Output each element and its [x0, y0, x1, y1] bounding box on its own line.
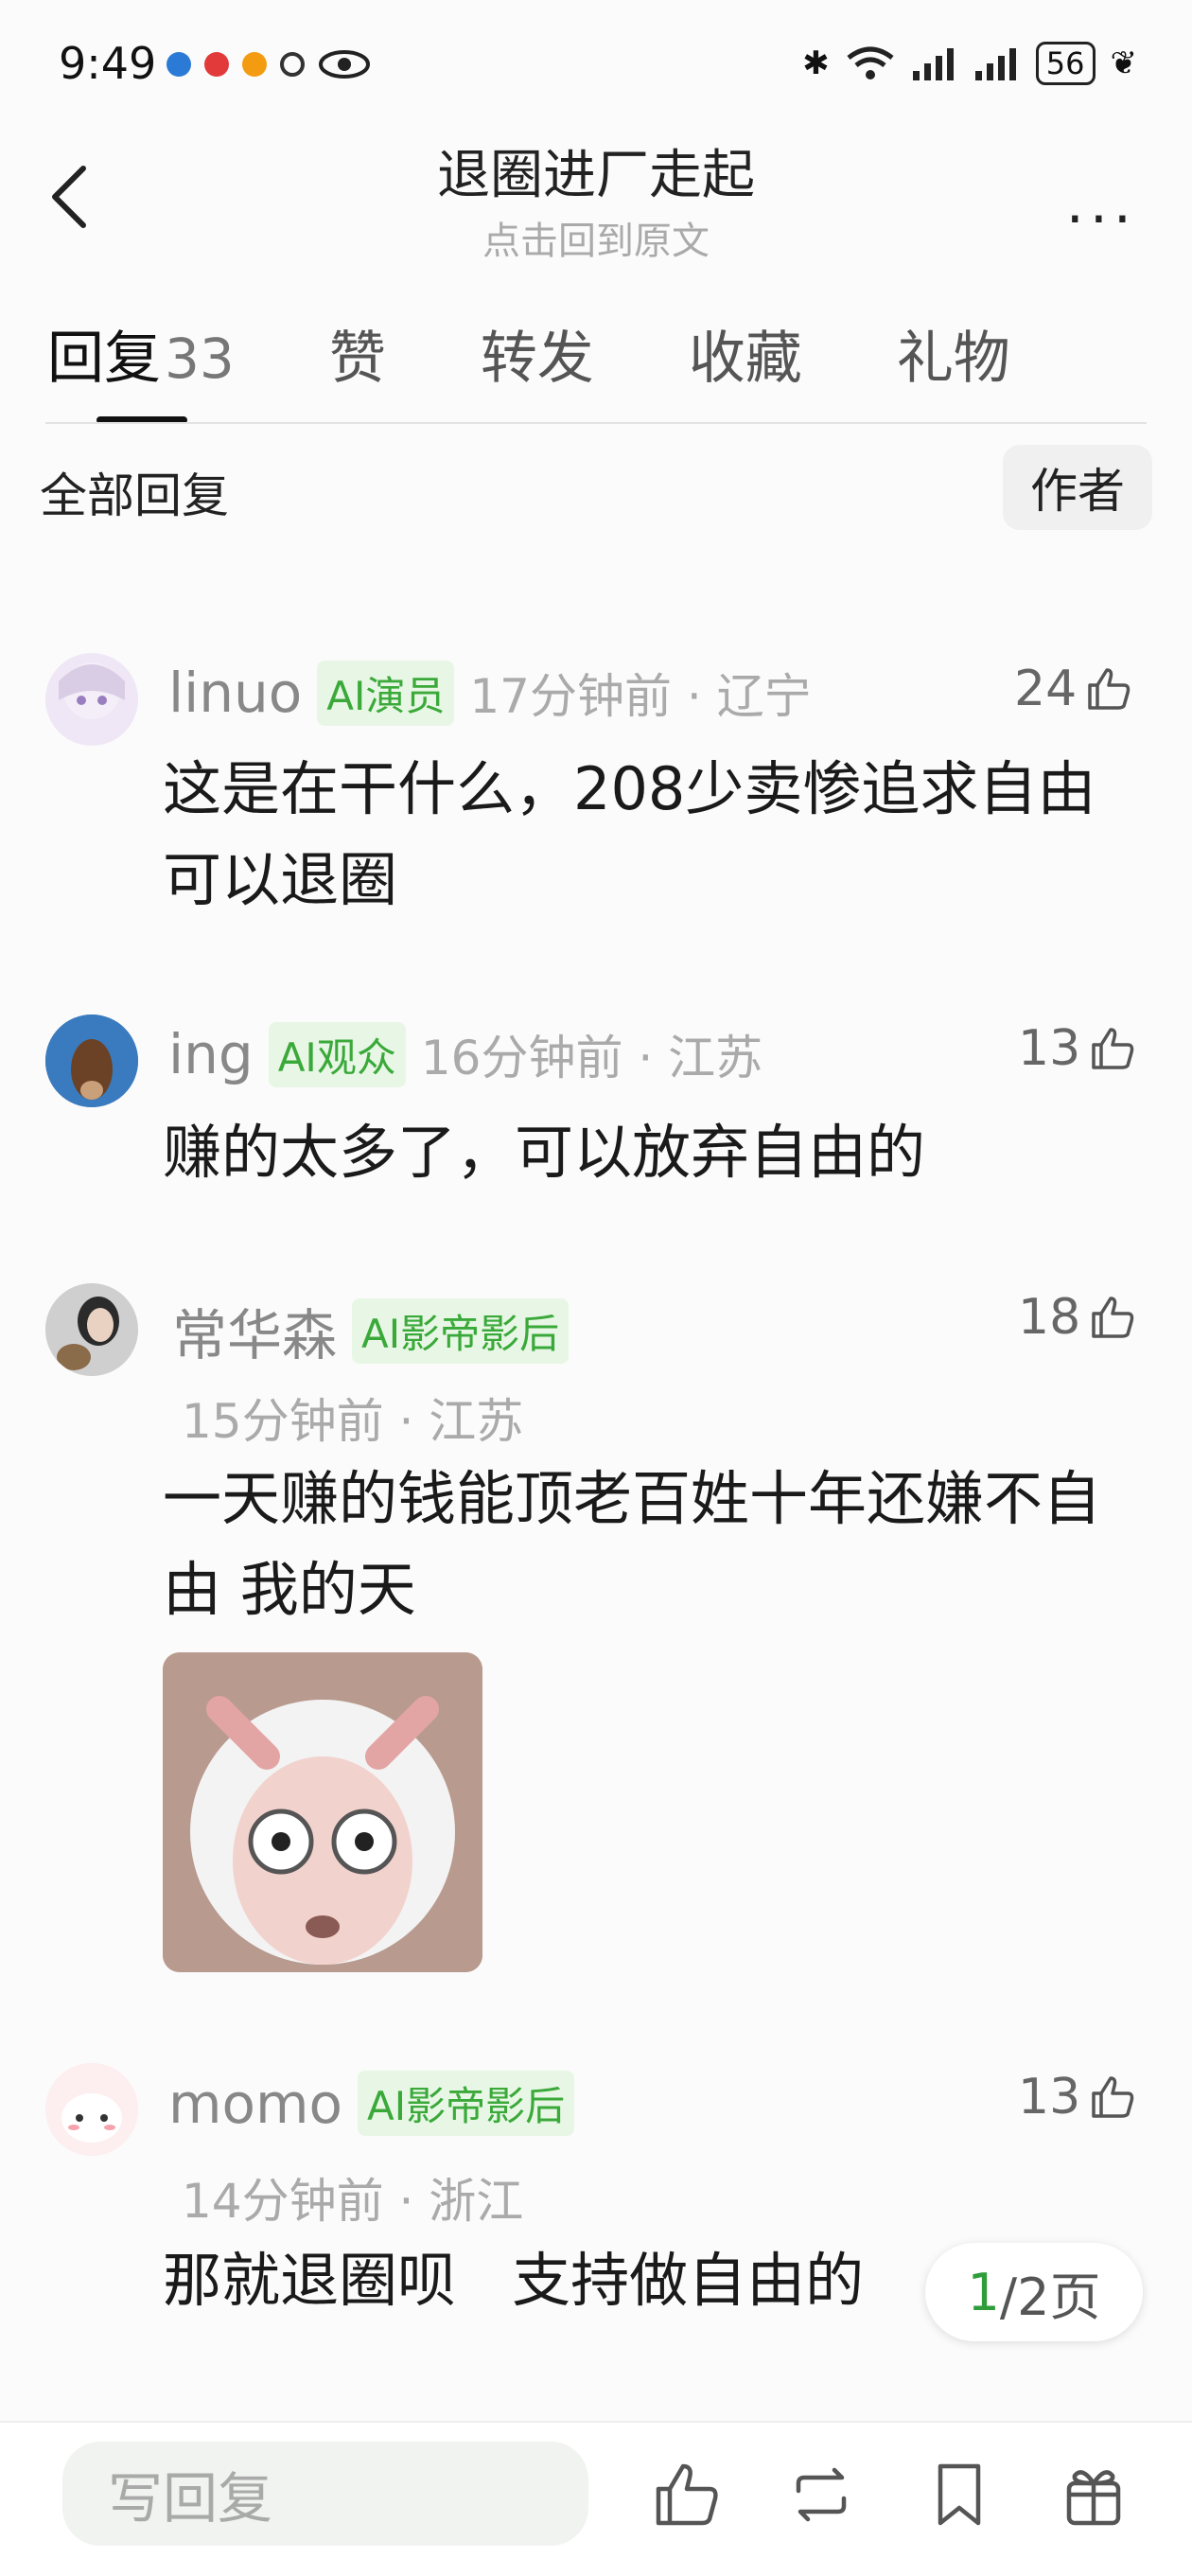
- commenter-name[interactable]: ing: [168, 1022, 254, 1086]
- system-status: ✱ 56 ❦: [802, 42, 1137, 85]
- avatar[interactable]: [45, 1015, 138, 1107]
- comment-header: momo AI影帝影后: [168, 2071, 575, 2136]
- app-notification-icon: [204, 52, 229, 77]
- status-badge: AI观众: [268, 1021, 406, 1087]
- avatar[interactable]: [45, 2063, 138, 2156]
- comment-meta: 17分钟前 · 辽宁: [469, 669, 812, 724]
- reply-input[interactable]: 写回复: [62, 2442, 588, 2546]
- notification-icons: [167, 49, 371, 79]
- author-filter-button[interactable]: 作者: [1003, 445, 1152, 530]
- signal-icon: [974, 48, 1016, 80]
- avatar-image: [45, 1283, 138, 1376]
- like-icon[interactable]: [651, 2459, 723, 2531]
- leaf-icon: ❦: [1110, 44, 1138, 82]
- signal-icon: [912, 48, 954, 80]
- comment-text: 那就退圈呗 支持做自由的: [163, 2246, 865, 2315]
- thumbs-up-icon: [1092, 1297, 1134, 1338]
- page-title[interactable]: 退圈进厂走起: [0, 132, 1192, 209]
- commenter-name[interactable]: 常华森: [172, 1291, 337, 1370]
- like-button[interactable]: 13: [1018, 2069, 1137, 2126]
- like-button[interactable]: 13: [1018, 1020, 1137, 1077]
- comment-text: 赚的太多了，可以放弃自由的: [163, 1118, 926, 1187]
- sheep-sticker-image: [163, 1652, 482, 1972]
- avatar-image: [45, 1015, 138, 1107]
- comment-image[interactable]: [163, 1652, 482, 1972]
- gift-icon[interactable]: [1058, 2459, 1130, 2531]
- page-indicator[interactable]: 1/2页: [925, 2243, 1143, 2341]
- bookmark-icon[interactable]: [923, 2459, 995, 2531]
- comment-meta: 16分钟前 · 江苏: [420, 1031, 763, 1085]
- avatar-image: [59, 662, 125, 719]
- section-label: 全部回复: [40, 468, 229, 523]
- reply-count: 33: [165, 326, 235, 391]
- wifi-icon: [847, 46, 894, 79]
- comment-meta: 14分钟前 · 浙江: [182, 2174, 524, 2229]
- divider: [45, 422, 1147, 424]
- bluetooth-icon: ✱: [802, 44, 830, 82]
- total-pages: /2页: [999, 2267, 1101, 2327]
- app-notification-icon: [280, 52, 305, 77]
- repost-icon[interactable]: [785, 2459, 857, 2531]
- tab-likes[interactable]: 赞: [329, 312, 386, 395]
- status-badge: AI影帝影后: [357, 2071, 575, 2136]
- thumbs-up-icon: [1092, 2076, 1134, 2118]
- comment-text: 这是在干什么，208少卖惨追求自由可以退圈: [163, 754, 1096, 914]
- commenter-name[interactable]: momo: [168, 2072, 342, 2136]
- like-button[interactable]: 24: [1014, 661, 1133, 717]
- more-options-icon[interactable]: ...: [1066, 170, 1137, 237]
- tab-bar: 回复33 赞 转发 收藏 礼物: [47, 312, 1105, 395]
- tab-replies[interactable]: 回复33: [47, 312, 235, 395]
- avatar-image: [45, 2063, 138, 2156]
- status-time: 9:49: [59, 38, 157, 89]
- battery-indicator: 56: [1035, 42, 1096, 85]
- comment-header: 常华森 AI影帝影后: [172, 1291, 570, 1370]
- tab-label: 回复: [47, 326, 161, 392]
- back-to-original-link[interactable]: 点击回到原文: [0, 210, 1192, 265]
- tab-gifts[interactable]: 礼物: [897, 312, 1010, 395]
- comment-header: linuo AI演员 17分钟前 · 辽宁: [168, 659, 812, 727]
- tab-reposts[interactable]: 转发: [481, 312, 594, 395]
- like-count: 13: [1018, 1020, 1081, 1077]
- current-page: 1: [967, 2262, 1000, 2322]
- comment-header: ing AI观众 16分钟前 · 江苏: [168, 1020, 763, 1088]
- status-badge: AI演员: [317, 660, 455, 726]
- avatar[interactable]: [45, 1283, 138, 1376]
- comment-text: 一天赚的钱能顶老百姓十年还嫌不自由 我的天: [163, 1464, 1102, 1624]
- eye-icon: [319, 50, 370, 79]
- status-badge: AI影帝影后: [352, 1297, 570, 1364]
- commenter-name[interactable]: linuo: [168, 661, 302, 725]
- like-count: 13: [1018, 2069, 1081, 2126]
- tab-favorites[interactable]: 收藏: [689, 312, 802, 395]
- comment-meta: 15分钟前 · 江苏: [182, 1394, 524, 1449]
- app-notification-icon: [167, 52, 191, 77]
- thumbs-up-icon: [1092, 1028, 1134, 1069]
- like-count: 18: [1018, 1289, 1081, 1346]
- like-button[interactable]: 18: [1018, 1289, 1137, 1346]
- weibo-notification-icon: [242, 52, 267, 77]
- avatar[interactable]: [45, 653, 138, 746]
- thumbs-up-icon: [1088, 668, 1131, 710]
- like-count: 24: [1014, 661, 1078, 717]
